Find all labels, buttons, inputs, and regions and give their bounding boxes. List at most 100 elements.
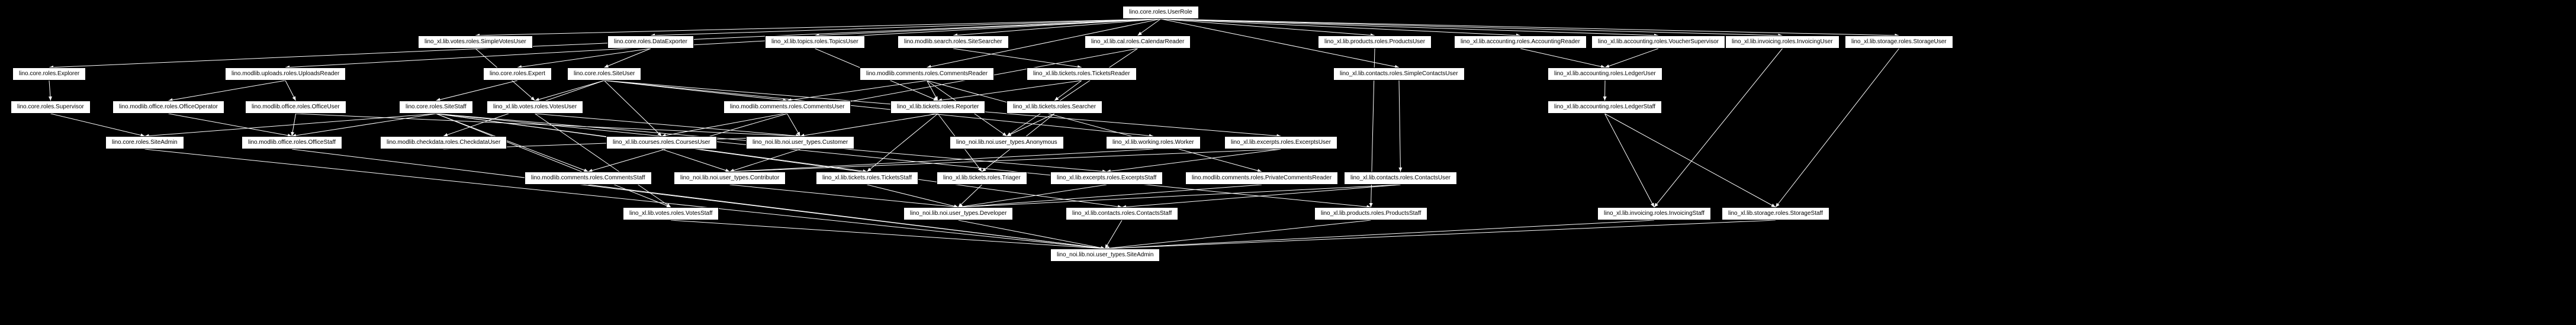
node-VotesStaff[interactable]: lino_xl.lib.votes.roles.VotesStaff (623, 207, 719, 220)
edge (436, 114, 1371, 207)
edge (959, 185, 1262, 207)
node-label: lino_xl.lib.votes.roles.VotesUser (493, 104, 577, 110)
node-label: lino_xl.lib.votes.roles.SimpleVotesUser (424, 38, 526, 45)
node-CommentsStaff[interactable]: lino.modlib.comments.roles.CommentsStaff (525, 172, 652, 185)
edge (1105, 220, 1123, 249)
node-label: lino_xl.lib.invoicing.roles.InvoicingUse… (1732, 38, 1833, 45)
edge (1520, 49, 1605, 67)
node-TicketsReader[interactable]: lino_xl.lib.tickets.roles.TicketsReader (1027, 67, 1137, 81)
node-label: lino_xl.lib.accounting.roles.VoucherSupe… (1598, 38, 1719, 45)
inheritance-graph: lino.core.roles.UserRole lino_xl.lib.vote… (0, 0, 2576, 325)
edge (1654, 49, 1783, 207)
node-label: lino_xl.lib.cal.roles.CalendarReader (1091, 38, 1184, 45)
node-label: lino.modlib.checkdata.roles.CheckdataUse… (387, 139, 500, 146)
node-label: lino.modlib.office.roles.OfficeUser (252, 104, 340, 110)
node-OfficeUser[interactable]: lino.modlib.office.roles.OfficeUser (245, 101, 346, 114)
node-ProductsStaff[interactable]: lino_xl.lib.products.roles.ProductsStaff (1314, 207, 1427, 220)
node-label: lino_xl.lib.excerpts.roles.ExcerptsUser (1231, 139, 1331, 146)
node-StorageUser[interactable]: lino_xl.lib.storage.roles.StorageUser (1845, 36, 1953, 49)
node-CheckdataUser[interactable]: lino.modlib.checkdata.roles.CheckdataUse… (380, 136, 507, 149)
node-label: lino.modlib.office.roles.OfficeOperator (119, 104, 218, 110)
node-LedgerStaff[interactable]: lino_xl.lib.accounting.roles.LedgerStaff (1548, 101, 1662, 114)
edge (927, 81, 938, 101)
node-label: lino.modlib.office.roles.OfficeStaff (248, 139, 336, 146)
node-label: lino_xl.lib.accounting.roles.AccountingR… (1461, 38, 1580, 45)
node-label: lino_noi.lib.noi.user_types.Contributor (680, 175, 779, 181)
node-label: lino_xl.lib.invoicing.roles.InvoicingSta… (1604, 210, 1705, 217)
edge (1605, 114, 1776, 207)
node-DataExporter[interactable]: lino.core.roles.DataExporter (607, 36, 694, 49)
node-LedgerUser[interactable]: lino_xl.lib.accounting.roles.LedgerUser (1548, 67, 1662, 81)
node-OfficeOperator[interactable]: lino.modlib.office.roles.OfficeOperator (112, 101, 224, 114)
node-UserRole[interactable]: lino.core.roles.UserRole (1123, 6, 1199, 19)
edge (787, 81, 927, 101)
node-label: lino_xl.lib.products.roles.ProductsStaff (1321, 210, 1421, 217)
node-Expert[interactable]: lino.core.roles.Expert (483, 67, 552, 81)
node-AccountingReader[interactable]: lino_xl.lib.accounting.roles.AccountingR… (1454, 36, 1587, 49)
node-TopicsUser[interactable]: lino_xl.lib.topics.roles.TopicsUser (765, 36, 865, 49)
node-ExcerptsUser[interactable]: lino_xl.lib.excerpts.roles.ExcerptsUser (1224, 136, 1337, 149)
node-InvoicingStaff[interactable]: lino_xl.lib.invoicing.roles.InvoicingSta… (1597, 207, 1711, 220)
node-VoucherSupervisor[interactable]: lino_xl.lib.accounting.roles.VoucherSupe… (1591, 36, 1725, 49)
node-ContactsStaff[interactable]: lino_xl.lib.contacts.roles.ContactsStaff (1066, 207, 1178, 220)
node-Supervisor[interactable]: lino.core.roles.Supervisor (11, 101, 91, 114)
node-label: lino.modlib.uploads.roles.UploadsReader (231, 70, 339, 77)
node-Worker[interactable]: lino_xl.lib.working.roles.Worker (1106, 136, 1201, 149)
node-Customer[interactable]: lino_noi.lib.noi.user_types.Customer (746, 136, 854, 149)
node-label: lino_noi.lib.noi.user_types.Developer (910, 210, 1006, 217)
node-ContactsUser[interactable]: lino_xl.lib.contacts.roles.ContactsUser (1344, 172, 1457, 185)
node-UploadsReader[interactable]: lino.modlib.uploads.roles.UploadsReader (225, 67, 346, 81)
node-label: lino_xl.lib.contacts.roles.ContactsStaff (1072, 210, 1172, 217)
node-ProductsUser[interactable]: lino_xl.lib.products.roles.ProductsUser (1318, 36, 1432, 49)
node-SimpleVotesUser[interactable]: lino_xl.lib.votes.roles.SimpleVotesUser (418, 36, 533, 49)
edge (1776, 49, 1899, 207)
node-label: lino_noi.lib.noi.user_types.SiteAdmin (1057, 252, 1153, 258)
edge (959, 185, 982, 207)
edge (169, 81, 286, 101)
node-Reporter[interactable]: lino_xl.lib.tickets.roles.Reporter (890, 101, 985, 114)
node-ExcerptsStaff[interactable]: lino_xl.lib.excerpts.roles.ExcerptsStaff (1050, 172, 1163, 185)
node-label: lino_xl.lib.working.roles.Worker (1112, 139, 1194, 146)
node-TicketsStaff[interactable]: lino_xl.lib.tickets.roles.TicketsStaff (816, 172, 918, 185)
node-label: lino.modlib.comments.roles.PrivateCommen… (1192, 175, 1332, 181)
node-NoiSiteAdmin[interactable]: lino_noi.lib.noi.user_types.SiteAdmin (1050, 249, 1160, 262)
node-VotesUser[interactable]: lino_xl.lib.votes.roles.VotesUser (487, 101, 583, 114)
node-label: lino_xl.lib.tickets.roles.TicketsReader (1033, 70, 1130, 77)
node-PrivateCommentsReader[interactable]: lino.modlib.comments.roles.PrivateCommen… (1185, 172, 1338, 185)
node-SimpleContactsUser[interactable]: lino_xl.lib.contacts.roles.SimpleContact… (1333, 67, 1465, 81)
edge (1399, 81, 1401, 172)
node-StorageStaff[interactable]: lino_xl.lib.storage.roles.StorageStaff (1722, 207, 1829, 220)
node-label: lino.modlib.comments.roles.CommentsUser (730, 104, 844, 110)
node-Searcher[interactable]: lino_xl.lib.tickets.roles.Searcher (1006, 101, 1102, 114)
node-label: lino_xl.lib.accounting.roles.LedgerUser (1554, 70, 1656, 77)
edge (51, 114, 145, 136)
edge (867, 185, 959, 207)
node-Anonymous[interactable]: lino_noi.lib.noi.user_types.Anonymous (950, 136, 1064, 149)
edge (1605, 114, 1655, 207)
node-label: lino_xl.lib.votes.roles.VotesStaff (629, 210, 712, 217)
edge (1105, 220, 1776, 249)
node-label: lino_xl.lib.tickets.roles.Reporter (897, 104, 979, 110)
node-Explorer[interactable]: lino.core.roles.Explorer (12, 67, 86, 81)
node-Triager[interactable]: lino_xl.lib.tickets.roles.Triager (937, 172, 1027, 185)
node-SiteStaff[interactable]: lino.core.roles.SiteStaff (399, 101, 473, 114)
node-label: lino.modlib.search.roles.SiteSearcher (904, 38, 1002, 45)
edge (730, 149, 1281, 172)
node-Developer[interactable]: lino_noi.lib.noi.user_types.Developer (903, 207, 1013, 220)
node-SiteUser[interactable]: lino.core.roles.SiteUser (567, 67, 641, 81)
node-OfficeStaff[interactable]: lino.modlib.office.roles.OfficeStaff (242, 136, 342, 149)
node-CalendarReader[interactable]: lino_xl.lib.cal.roles.CalendarReader (1085, 36, 1191, 49)
edge (436, 81, 518, 101)
node-CoursesUser[interactable]: lino_xl.lib.courses.roles.CoursesUser (606, 136, 717, 149)
node-label: lino_xl.lib.topics.roles.TopicsUser (771, 38, 858, 45)
node-SiteAdminCore[interactable]: lino.core.roles.SiteAdmin (105, 136, 184, 149)
edge (662, 49, 1138, 136)
node-CommentsReader[interactable]: lino.modlib.comments.roles.CommentsReade… (860, 67, 994, 81)
node-CommentsUser[interactable]: lino.modlib.comments.roles.CommentsUser (723, 101, 851, 114)
node-label: lino_noi.lib.noi.user_types.Customer (752, 139, 848, 146)
node-InvoicingUser[interactable]: lino_xl.lib.invoicing.roles.InvoicingUse… (1725, 36, 1839, 49)
node-Contributor[interactable]: lino_noi.lib.noi.user_types.Contributor (674, 172, 786, 185)
node-SiteSearcher[interactable]: lino.modlib.search.roles.SiteSearcher (898, 36, 1009, 49)
edge (959, 220, 1105, 249)
edge (730, 149, 1154, 172)
